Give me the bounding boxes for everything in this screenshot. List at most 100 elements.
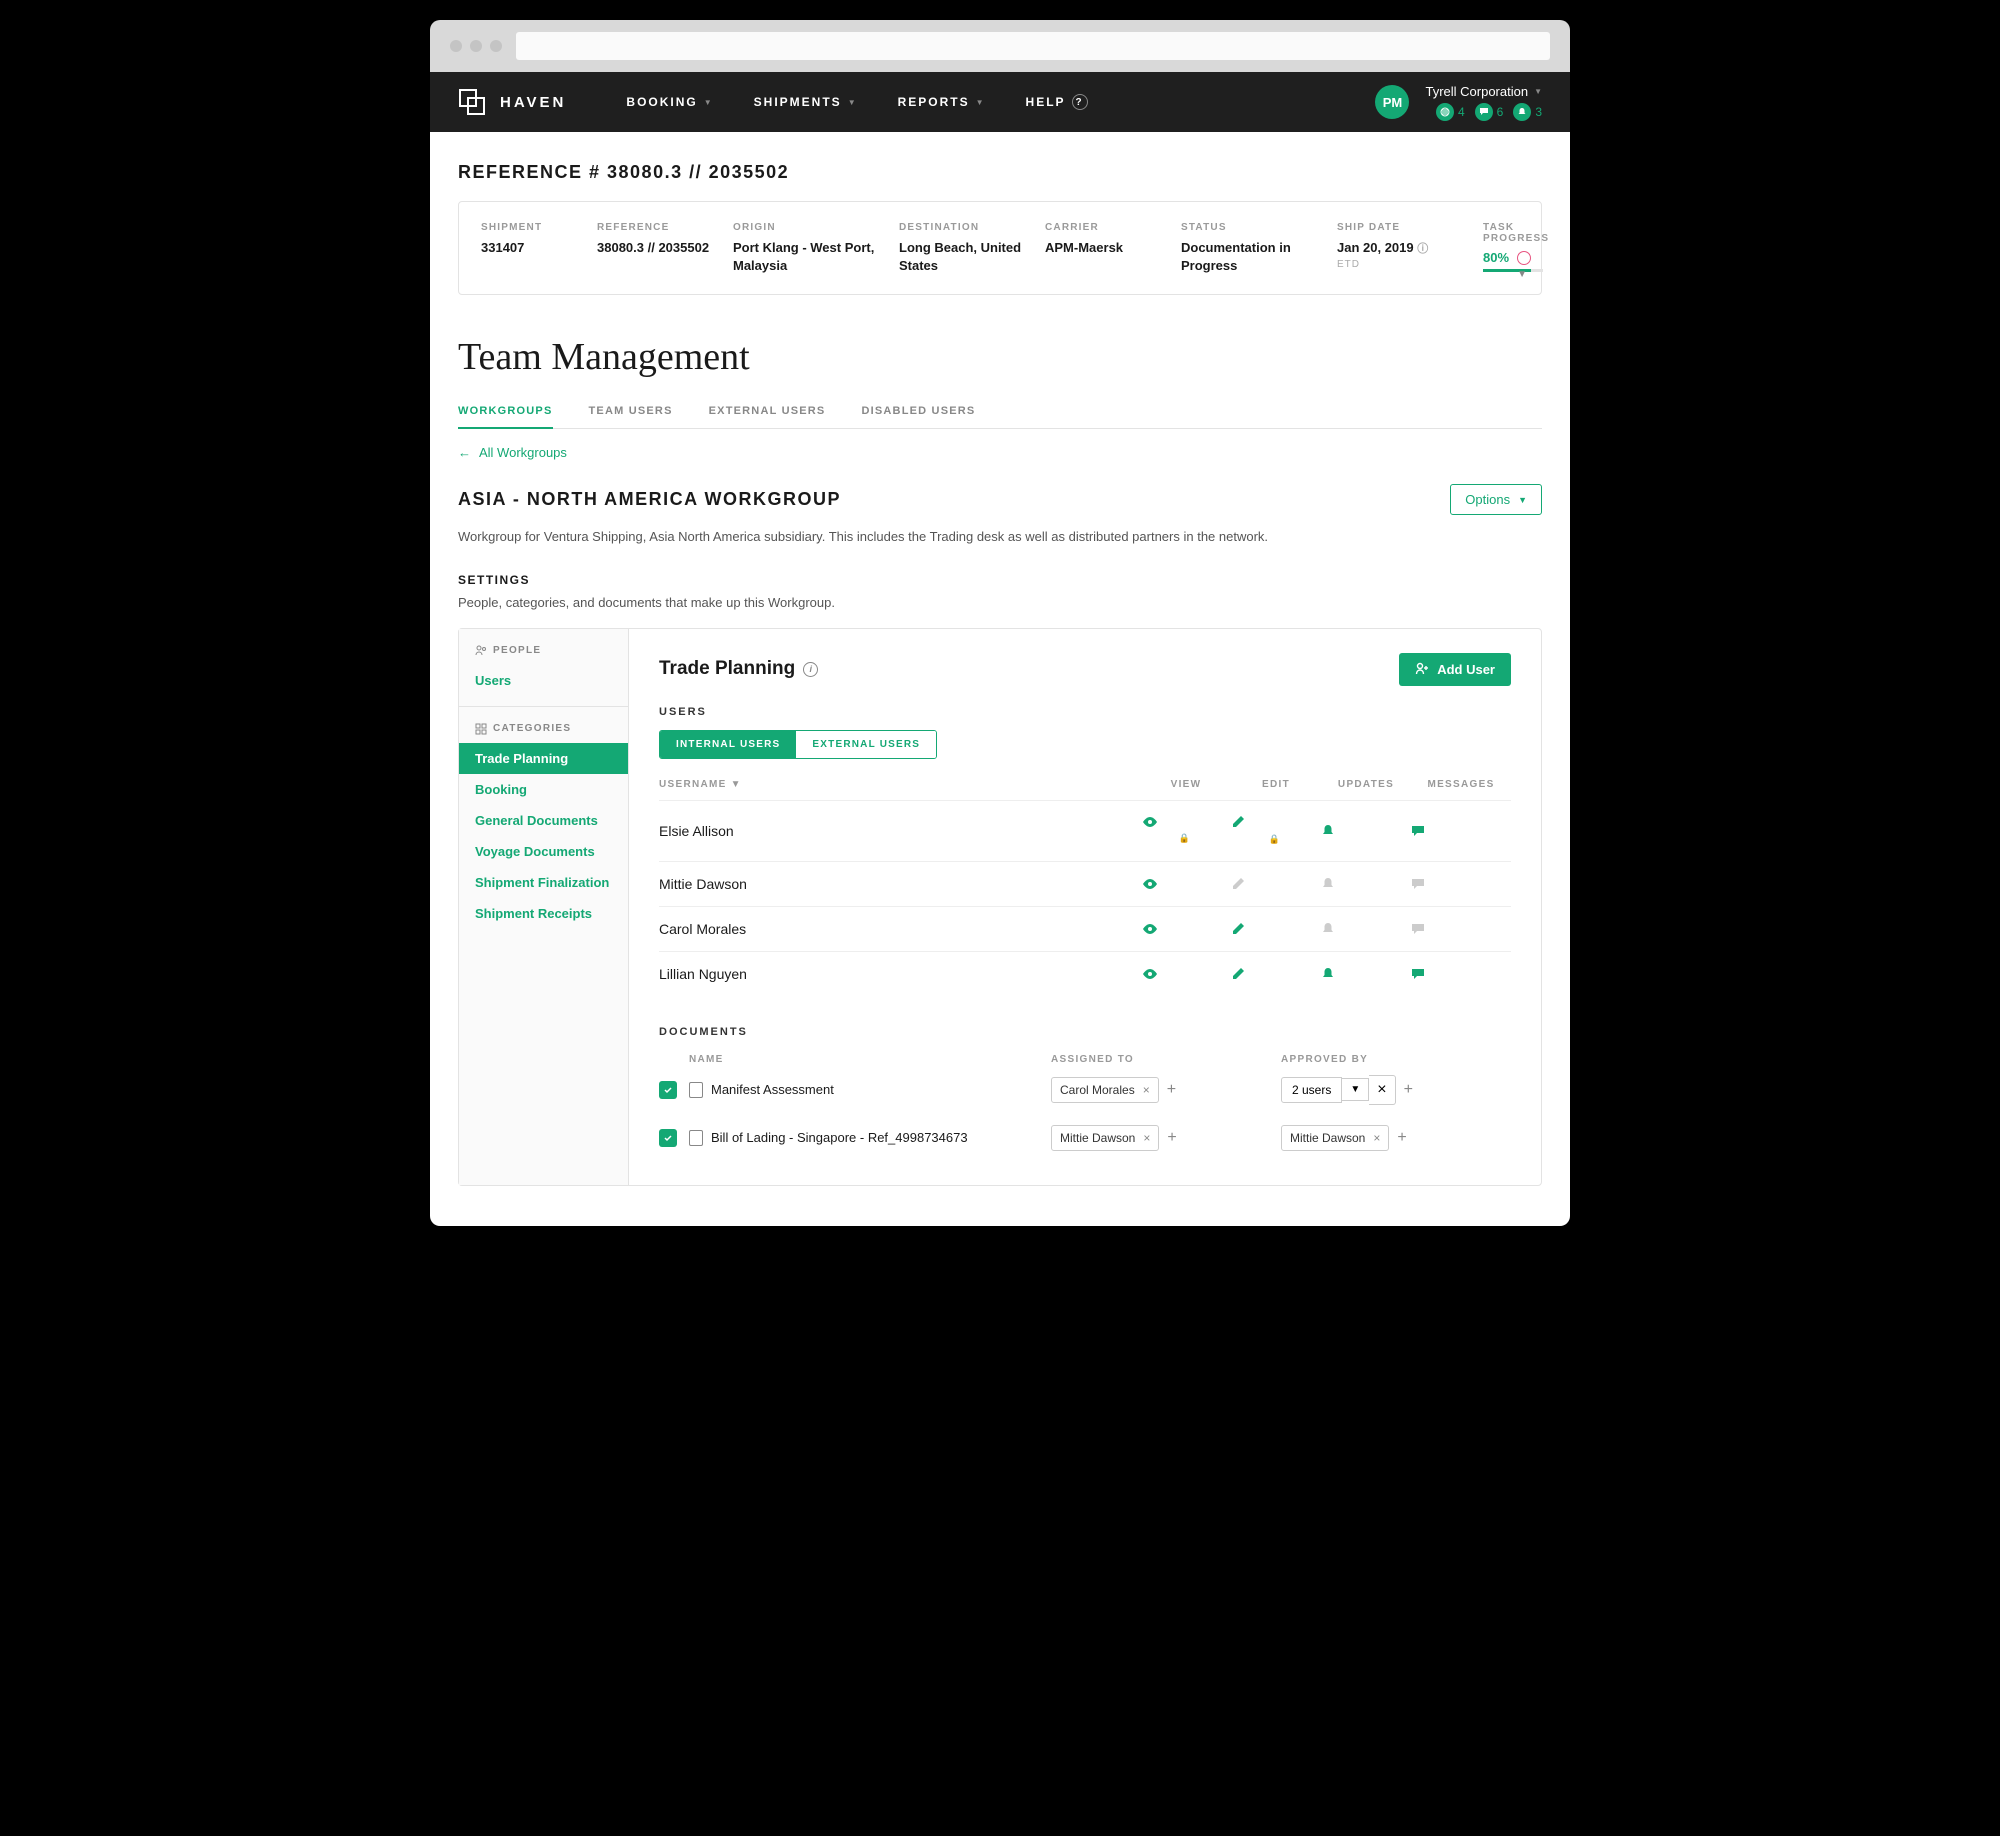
summary-carrier: APM-Maersk — [1045, 239, 1165, 257]
view-toggle[interactable] — [1141, 923, 1231, 935]
people-icon — [475, 645, 487, 657]
progress-value: 80% — [1483, 250, 1509, 265]
approved-chip[interactable]: Mittie Dawson× — [1281, 1125, 1389, 1151]
chevron-down-icon: ▼ — [1518, 495, 1527, 505]
nav-reports[interactable]: REPORTS▼ — [898, 94, 986, 110]
url-bar[interactable] — [516, 32, 1550, 60]
add-approver-button[interactable]: + — [1404, 1081, 1413, 1099]
sort-icon: ▼ — [731, 779, 742, 790]
document-row: Bill of Lading - Singapore - Ref_4998734… — [659, 1115, 1511, 1161]
options-button[interactable]: Options▼ — [1450, 484, 1542, 515]
sidebar-item-shipment-receipts[interactable]: Shipment Receipts — [459, 898, 628, 929]
view-toggle[interactable] — [1141, 968, 1231, 980]
col-view: VIEW — [1141, 779, 1231, 790]
grid-icon — [475, 723, 487, 735]
badge-messages[interactable]: 6 — [1475, 103, 1504, 121]
sidebar-item-users[interactable]: Users — [459, 665, 628, 696]
updates-toggle[interactable] — [1321, 967, 1411, 981]
clock-icon — [1517, 251, 1531, 265]
org-selector[interactable]: Tyrell Corporation▼ — [1425, 84, 1542, 99]
edit-toggle[interactable] — [1231, 877, 1321, 891]
panel-title: Trade Planningi — [659, 658, 818, 680]
messages-toggle[interactable] — [1411, 967, 1511, 981]
summary-destination: Long Beach, United States — [899, 239, 1029, 274]
progress-bar — [1483, 269, 1543, 272]
settings-label: SETTINGS — [458, 573, 1542, 587]
lock-icon: 🔒 — [1179, 833, 1190, 843]
edit-toggle[interactable]: 🔒 — [1231, 815, 1321, 847]
lock-icon: 🔒 — [1269, 834, 1280, 844]
remove-icon[interactable]: × — [1369, 1075, 1395, 1105]
assigned-chip[interactable]: Mittie Dawson× — [1051, 1125, 1159, 1151]
edit-toggle[interactable] — [1231, 967, 1321, 981]
chevron-down-icon[interactable]: ▼ — [1342, 1078, 1369, 1101]
documents-section-label: DOCUMENTS — [659, 1026, 1511, 1038]
messages-toggle[interactable] — [1411, 824, 1511, 838]
back-link[interactable]: ← All Workgroups — [458, 445, 1542, 460]
tab-external-users[interactable]: EXTERNAL USERS — [709, 405, 826, 428]
add-user-icon — [1415, 662, 1429, 676]
edit-toggle[interactable] — [1231, 922, 1321, 936]
logo-text: HAVEN — [500, 94, 566, 111]
page-title: Team Management — [458, 335, 1542, 379]
view-toggle[interactable] — [1141, 878, 1231, 890]
tab-disabled-users[interactable]: DISABLED USERS — [861, 405, 975, 428]
help-icon: ? — [1072, 94, 1088, 110]
top-nav: HAVEN BOOKING▼ SHIPMENTS▼ REPORTS▼ HELP?… — [430, 72, 1570, 132]
username-cell: Carol Morales — [659, 921, 1141, 937]
messages-toggle[interactable] — [1411, 877, 1511, 891]
tab-workgroups[interactable]: WORKGROUPS — [458, 405, 553, 429]
file-icon — [689, 1130, 703, 1146]
segment-internal[interactable]: INTERNAL USERS — [660, 731, 796, 758]
add-assigned-button[interactable]: + — [1167, 1081, 1176, 1099]
view-toggle[interactable]: 🔒 — [1141, 816, 1231, 846]
nav-help[interactable]: HELP? — [1026, 94, 1088, 110]
col-updates: UPDATES — [1321, 779, 1411, 790]
assigned-chip[interactable]: Carol Morales× — [1051, 1077, 1159, 1103]
badge-notifications[interactable]: 3 — [1513, 103, 1542, 121]
tab-team-users[interactable]: TEAM USERS — [589, 405, 673, 428]
logo[interactable]: HAVEN — [458, 88, 566, 116]
sidebar-item-shipment-finalization[interactable]: Shipment Finalization — [459, 867, 628, 898]
info-icon[interactable]: i — [803, 662, 818, 677]
badge-tasks[interactable]: 4 — [1436, 103, 1465, 121]
user-row: Elsie Allison 🔒 🔒 — [659, 800, 1511, 861]
col-username[interactable]: USERNAME▼ — [659, 779, 1141, 790]
expand-toggle[interactable]: ▼ — [1517, 269, 1527, 280]
col-messages: MESSAGES — [1411, 779, 1511, 790]
sidebar-item-voyage-documents[interactable]: Voyage Documents — [459, 836, 628, 867]
summary-card: SHIPMENT331407 REFERENCE38080.3 // 20355… — [458, 201, 1542, 295]
nav-booking[interactable]: BOOKING▼ — [626, 94, 713, 110]
add-approver-button[interactable]: + — [1397, 1129, 1406, 1147]
document-name[interactable]: Bill of Lading - Singapore - Ref_4998734… — [689, 1130, 1051, 1146]
approved-select[interactable]: 2 users ▼ × — [1281, 1075, 1396, 1105]
sidebar-item-general-documents[interactable]: General Documents — [459, 805, 628, 836]
add-assigned-button[interactable]: + — [1167, 1129, 1176, 1147]
logo-icon — [458, 88, 486, 116]
col-doc-name: NAME — [689, 1054, 1051, 1065]
messages-toggle[interactable] — [1411, 922, 1511, 936]
col-edit: EDIT — [1231, 779, 1321, 790]
doc-checkbox[interactable] — [659, 1129, 677, 1147]
user-row: Carol Morales — [659, 906, 1511, 951]
updates-toggle[interactable] — [1321, 877, 1411, 891]
segment-external[interactable]: EXTERNAL USERS — [796, 731, 936, 758]
file-icon — [689, 1082, 703, 1098]
add-user-button[interactable]: Add User — [1399, 653, 1511, 686]
chevron-down-icon: ▼ — [1534, 87, 1542, 96]
nav-shipments[interactable]: SHIPMENTS▼ — [754, 94, 858, 110]
sidebar-item-trade-planning[interactable]: Trade Planning — [459, 743, 628, 774]
remove-icon[interactable]: × — [1143, 1131, 1150, 1145]
doc-checkbox[interactable] — [659, 1081, 677, 1099]
remove-icon[interactable]: × — [1143, 1083, 1150, 1097]
avatar[interactable]: PM — [1375, 85, 1409, 119]
chevron-down-icon: ▼ — [704, 98, 714, 107]
sidebar-item-booking[interactable]: Booking — [459, 774, 628, 805]
updates-toggle[interactable] — [1321, 922, 1411, 936]
remove-icon[interactable]: × — [1373, 1131, 1380, 1145]
document-name[interactable]: Manifest Assessment — [689, 1082, 1051, 1098]
username-cell: Lillian Nguyen — [659, 966, 1141, 982]
col-approved: APPROVED BY — [1281, 1054, 1511, 1065]
updates-toggle[interactable] — [1321, 824, 1411, 838]
browser-dot — [450, 40, 462, 52]
